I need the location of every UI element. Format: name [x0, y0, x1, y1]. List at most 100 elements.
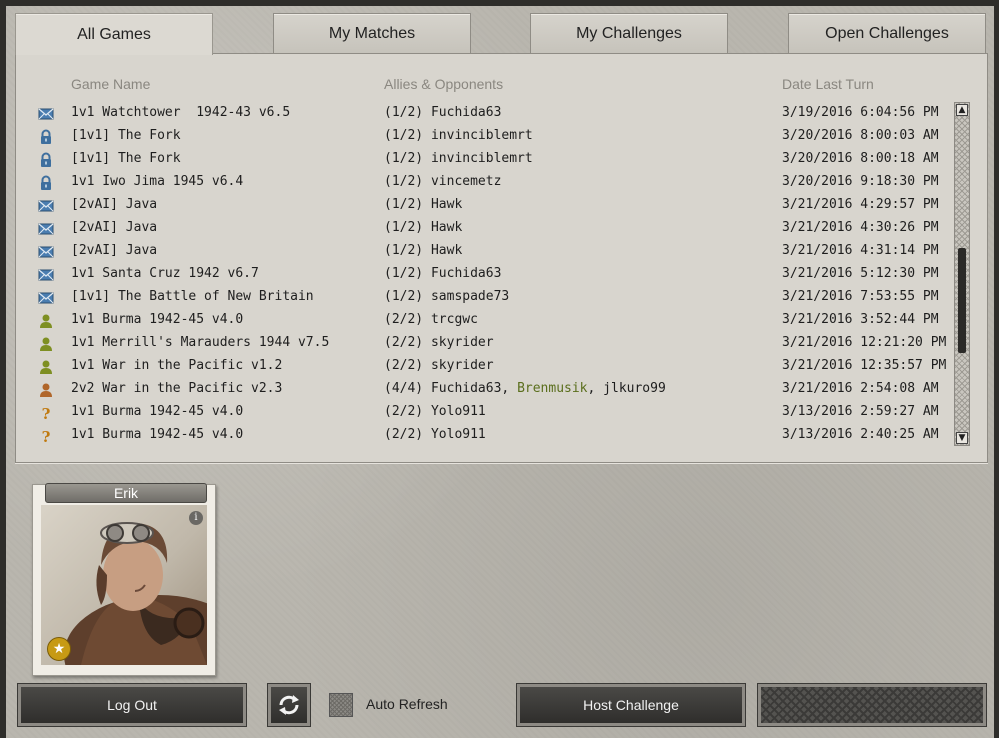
player-green-icon	[38, 359, 54, 375]
game-row[interactable]: [2vAI] Java (1/2) Hawk 3/21/2016 4:30:26 P…	[16, 217, 956, 240]
date-last-turn-cell: 3/20/2016 9:18:30 PM	[782, 174, 939, 189]
column-header-game-name[interactable]: Game Name	[71, 76, 150, 92]
lock-icon	[38, 175, 54, 191]
game-row[interactable]: ? 1v1 Burma 1942-45 v4.0 (2/2) Yolo911 3/13…	[16, 401, 956, 424]
info-icon[interactable]: i	[189, 511, 203, 525]
date-last-turn-cell: 3/21/2016 4:30:26 PM	[782, 220, 939, 235]
date-last-turn-cell: 3/20/2016 8:00:03 AM	[782, 128, 939, 143]
game-row[interactable]: 1v1 War in the Pacific v1.2 (2/2) skyride…	[16, 355, 956, 378]
auto-refresh-checkbox[interactable]	[329, 693, 353, 717]
game-row[interactable]: 1v1 Merrill's Marauders 1944 v7.5 (2/2) s…	[16, 332, 956, 355]
game-name-cell: [1v1] The Fork	[71, 151, 181, 166]
envelope-icon	[38, 267, 54, 283]
players-cell: (2/2) trcgwc	[384, 312, 478, 327]
game-name-cell: [2vAI] Java	[71, 243, 158, 258]
game-name-cell: 2v2 War in the Pacific v2.3	[71, 381, 283, 396]
players-text: (4/4) Fuchida63,	[384, 381, 518, 396]
game-name-cell: 1v1 Santa Cruz 1942 v6.7	[71, 266, 259, 281]
tab-my-matches[interactable]: My Matches	[273, 13, 471, 53]
column-header-date-last-turn[interactable]: Date Last Turn	[782, 76, 874, 92]
date-last-turn-cell: 3/20/2016 8:00:18 AM	[782, 151, 939, 166]
tab-open-challenges[interactable]: Open Challenges	[788, 13, 986, 53]
game-name-cell: 1v1 Burma 1942-45 v4.0	[71, 404, 244, 419]
scrollbar[interactable]: ▲ ▼	[954, 102, 970, 446]
players-cell: (2/2) skyrider	[384, 335, 494, 350]
game-row[interactable]: [1v1] The Fork (1/2) invinciblemrt 3/20/20…	[16, 125, 956, 148]
games-list-panel: Game Name Allies & Opponents Date Last T…	[15, 53, 988, 463]
players-cell: (1/2) invinciblemrt	[384, 128, 533, 143]
game-row[interactable]: [1v1] The Battle of New Britain (1/2) sam…	[16, 286, 956, 309]
column-header-allies-opponents[interactable]: Allies & Opponents	[384, 76, 503, 92]
window-top-edge	[0, 0, 999, 6]
players-cell: (2/2) Yolo911	[384, 404, 486, 419]
game-row[interactable]: 2v2 War in the Pacific v2.3 (4/4) Fuchida…	[16, 378, 956, 401]
date-last-turn-cell: 3/21/2016 3:52:44 PM	[782, 312, 939, 327]
game-name-cell: [1v1] The Battle of New Britain	[71, 289, 314, 304]
scrollbar-thumb[interactable]	[958, 248, 966, 353]
auto-refresh-label: Auto Refresh	[366, 696, 448, 712]
envelope-icon	[38, 290, 54, 306]
players-cell: (1/2) samspade73	[384, 289, 510, 304]
players-cell: (2/2) Yolo911	[384, 427, 486, 442]
date-last-turn-cell: 3/21/2016 12:35:57 PM	[782, 358, 947, 373]
game-name-cell: 1v1 Watchtower 1942-43 v6.5	[71, 105, 291, 120]
players-cell: (1/2) Fuchida63	[384, 266, 502, 281]
players-cell: (1/2) invinciblemrt	[384, 151, 533, 166]
game-name-cell: [2vAI] Java	[71, 220, 158, 235]
date-last-turn-cell: 3/21/2016 5:12:30 PM	[782, 266, 939, 281]
date-last-turn-cell: 3/21/2016 4:31:14 PM	[782, 243, 939, 258]
game-name-cell: 1v1 Burma 1942-45 v4.0	[71, 427, 244, 442]
log-out-button[interactable]: Log Out	[17, 683, 247, 727]
refresh-icon	[279, 695, 299, 715]
player-green-icon	[38, 336, 54, 352]
tab-my-challenges[interactable]: My Challenges	[530, 13, 728, 53]
window-right-edge	[994, 0, 999, 738]
player-profile-card[interactable]: Erik i ★	[32, 483, 216, 676]
players-cell: (1/2) vincemetz	[384, 174, 502, 189]
player-orange-icon	[38, 382, 54, 398]
date-last-turn-cell: 3/19/2016 6:04:56 PM	[782, 105, 939, 120]
lock-icon	[38, 152, 54, 168]
player-green-icon	[38, 313, 54, 329]
players-cell: (1/2) Fuchida63	[384, 105, 502, 120]
date-last-turn-cell: 3/21/2016 4:29:57 PM	[782, 197, 939, 212]
svg-text:?: ?	[42, 405, 51, 421]
game-row[interactable]: 1v1 Santa Cruz 1942 v6.7 (1/2) Fuchida63 3…	[16, 263, 956, 286]
disabled-action-button	[757, 683, 987, 727]
game-name-cell: [1v1] The Fork	[71, 128, 181, 143]
envelope-icon	[38, 198, 54, 214]
envelope-icon	[38, 221, 54, 237]
game-name-cell: 1v1 War in the Pacific v1.2	[71, 358, 283, 373]
game-row[interactable]: 1v1 Iwo Jima 1945 v6.4 (1/2) vincemetz 3/2…	[16, 171, 956, 194]
game-row[interactable]: 1v1 Burma 1942-45 v4.0 (2/2) trcgwc 3/21/2…	[16, 309, 956, 332]
host-challenge-button[interactable]: Host Challenge	[516, 683, 746, 727]
game-row[interactable]: ? 1v1 Burma 1942-45 v4.0 (2/2) Yolo911 3/13…	[16, 424, 956, 447]
players-cell: (1/2) Hawk	[384, 197, 463, 212]
envelope-icon	[38, 106, 54, 122]
refresh-button[interactable]	[267, 683, 311, 727]
svg-text:?: ?	[42, 428, 51, 444]
date-last-turn-cell: 3/13/2016 2:59:27 AM	[782, 404, 939, 419]
players-cell: (1/2) Hawk	[384, 243, 463, 258]
envelope-icon	[38, 244, 54, 260]
scroll-up-arrow-icon[interactable]: ▲	[956, 104, 968, 116]
game-name-cell: [2vAI] Java	[71, 197, 158, 212]
window-left-edge	[0, 0, 6, 738]
date-last-turn-cell: 3/21/2016 7:53:55 PM	[782, 289, 939, 304]
question-icon: ?	[38, 405, 54, 423]
game-row[interactable]: [2vAI] Java (1/2) Hawk 3/21/2016 4:29:57 P…	[16, 194, 956, 217]
tab-all-games[interactable]: All Games	[15, 13, 213, 55]
game-row[interactable]: [1v1] The Fork (1/2) invinciblemrt 3/20/20…	[16, 148, 956, 171]
highlighted-player-name: Brenmusik	[517, 381, 588, 396]
player-name-plate: Erik	[45, 483, 207, 503]
players-cell: (2/2) skyrider	[384, 358, 494, 373]
game-row[interactable]: 1v1 Watchtower 1942-43 v6.5 (1/2) Fuchida…	[16, 102, 956, 125]
question-icon: ?	[38, 428, 54, 446]
scroll-down-arrow-icon[interactable]: ▼	[956, 432, 968, 444]
star-rank-icon: ★	[47, 637, 71, 661]
date-last-turn-cell: 3/21/2016 2:54:08 AM	[782, 381, 939, 396]
date-last-turn-cell: 3/21/2016 12:21:20 PM	[782, 335, 947, 350]
game-row[interactable]: [2vAI] Java (1/2) Hawk 3/21/2016 4:31:14 P…	[16, 240, 956, 263]
players-cell: (1/2) Hawk	[384, 220, 463, 235]
date-last-turn-cell: 3/13/2016 2:40:25 AM	[782, 427, 939, 442]
